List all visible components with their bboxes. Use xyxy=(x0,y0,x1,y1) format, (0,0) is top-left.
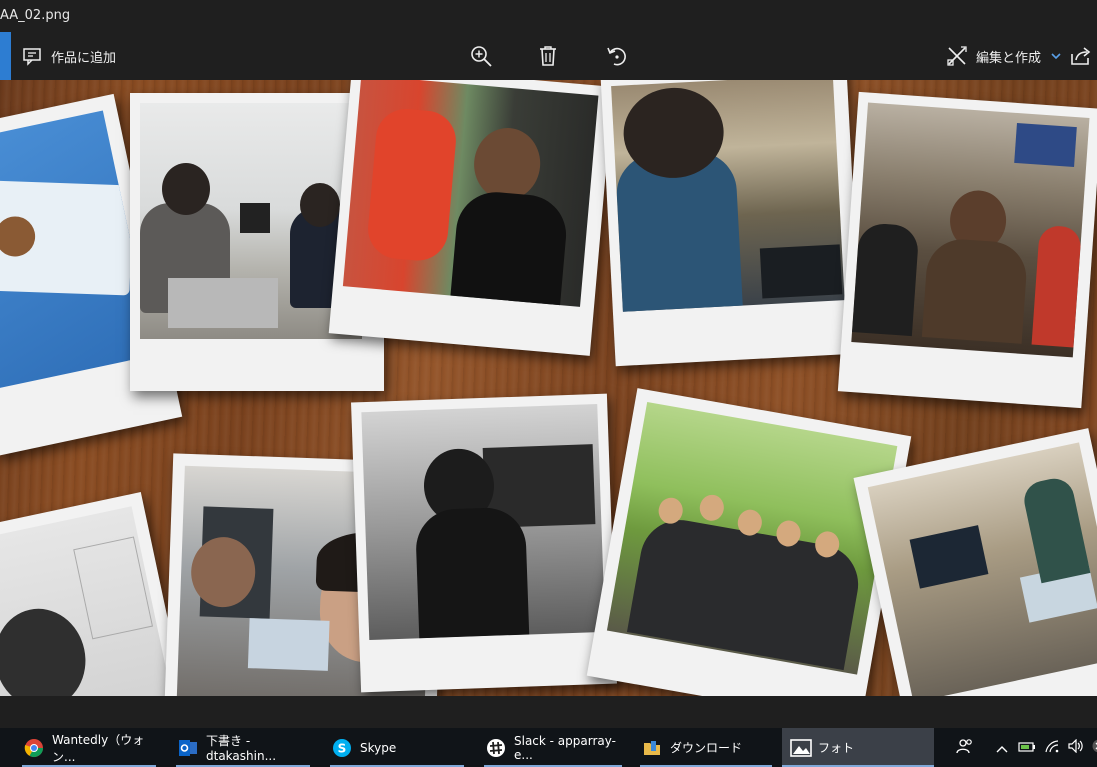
chevron-up-icon[interactable] xyxy=(996,738,1008,757)
taskbar-item-label: Skype xyxy=(360,740,397,755)
taskbar-item-label: ダウンロード xyxy=(670,741,743,755)
taskbar-item-photos[interactable]: フォト xyxy=(782,728,934,767)
taskbar-item-label: Slack - apparray-e... xyxy=(514,733,616,762)
add-to-creation-label: 作品に追加 xyxy=(51,50,117,66)
add-to-creation-icon xyxy=(22,46,42,66)
photo-programmer xyxy=(361,403,606,641)
taskbar-item-downloads[interactable]: ダウンロード xyxy=(634,728,778,767)
rotate-icon xyxy=(605,44,629,68)
photos-icon xyxy=(790,738,812,758)
viewer-bottom-bar xyxy=(0,696,1097,728)
outlook-icon xyxy=(178,738,198,758)
image-viewer[interactable] xyxy=(0,80,1097,696)
edit-create-button[interactable]: 編集と作成 xyxy=(946,32,1061,80)
taskbar-item-label: フォト xyxy=(818,741,855,755)
share-button[interactable] xyxy=(1070,32,1092,80)
folder-icon xyxy=(642,738,662,758)
photo-restaurant xyxy=(851,102,1090,358)
edit-create-icon xyxy=(946,45,968,67)
svg-text:S: S xyxy=(338,741,347,755)
window-title: AA_02.png xyxy=(0,8,71,23)
add-to-creation-button[interactable]: 作品に追加 xyxy=(22,32,116,80)
volume-icon[interactable] xyxy=(1068,738,1084,757)
title-bar: AA_02.png xyxy=(0,0,1097,32)
zoom-in-icon xyxy=(469,44,493,68)
photo-office xyxy=(140,103,362,339)
taskbar-item-outlook[interactable]: 下書き - dtakashin... xyxy=(170,728,316,767)
edit-create-label: 編集と作成 xyxy=(976,50,1042,66)
share-icon xyxy=(1070,46,1092,66)
taskbar-item-chrome[interactable]: Wantedly（ウォン... xyxy=(16,728,162,767)
photo-presentation xyxy=(867,442,1097,696)
slack-icon xyxy=(486,738,506,758)
photo-meeting xyxy=(342,80,599,307)
polaroid-restaurant xyxy=(837,91,1097,409)
system-tray xyxy=(956,728,1097,767)
chrome-icon xyxy=(24,738,44,758)
notification-close-icon[interactable] xyxy=(1092,738,1097,757)
polaroid-programmer xyxy=(351,393,617,693)
taskbar-item-skype[interactable]: S Skype xyxy=(324,728,470,767)
skype-icon: S xyxy=(332,738,352,758)
delete-button[interactable] xyxy=(538,32,558,80)
polaroid-meeting xyxy=(328,80,614,356)
polaroid-group-photo xyxy=(586,388,912,696)
battery-icon[interactable] xyxy=(1018,738,1036,757)
taskbar-item-slack[interactable]: Slack - apparray-e... xyxy=(478,728,628,767)
chevron-down-icon xyxy=(1051,52,1061,60)
taskbar-item-label: 下書き - dtakashin... xyxy=(206,734,277,763)
photo-toolbar: 作品に追加 編集と作成 xyxy=(0,32,1097,80)
zoom-button[interactable] xyxy=(469,32,493,80)
trash-icon xyxy=(538,45,558,67)
wifi-icon[interactable] xyxy=(1044,738,1060,757)
accent-strip xyxy=(0,32,11,80)
rotate-button[interactable] xyxy=(605,32,629,80)
polaroid-back-view xyxy=(600,80,862,367)
taskbar-item-label: Wantedly（ウォン... xyxy=(52,732,145,764)
photo-group xyxy=(606,401,898,675)
taskbar: Wantedly（ウォン... 下書き - dtakashin... S Sky… xyxy=(0,728,1097,767)
people-icon[interactable] xyxy=(956,737,974,759)
photo-back-view xyxy=(611,80,845,312)
